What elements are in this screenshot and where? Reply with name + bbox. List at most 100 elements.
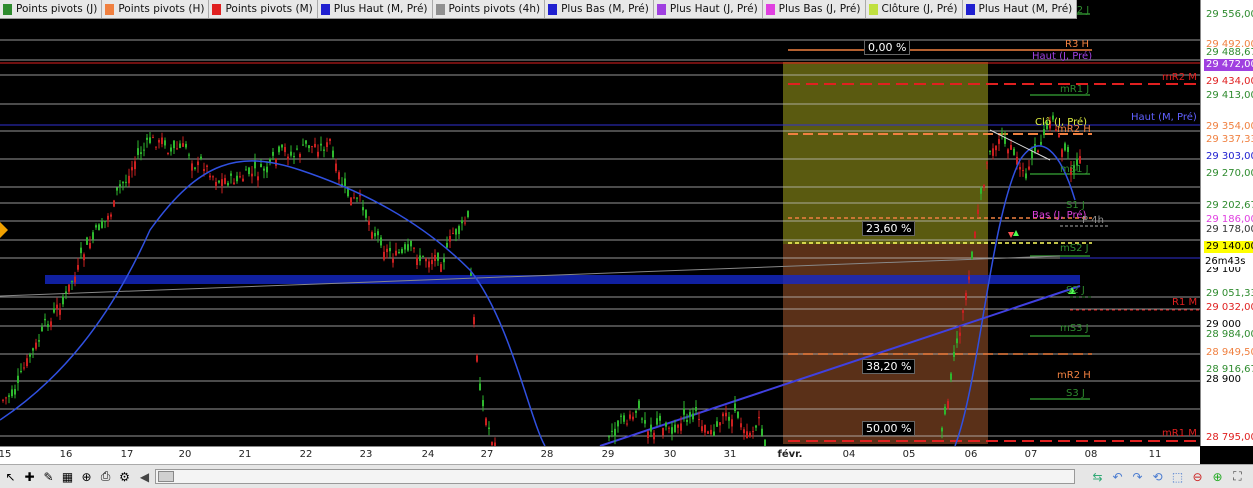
legend-swatch-icon (656, 3, 666, 15)
candle-body (464, 222, 466, 224)
zoom-in-icon[interactable]: ⊕ (1209, 468, 1226, 485)
candle-body (233, 182, 235, 185)
candle-body (365, 210, 367, 218)
scroll-left-icon[interactable]: ◀ (136, 468, 153, 485)
time-label: 27 (480, 449, 494, 460)
candle-body (1043, 129, 1045, 135)
print-icon[interactable]: ⎙ (97, 468, 114, 485)
candle-body (611, 430, 613, 432)
candle-body (995, 145, 997, 151)
candle-body (251, 173, 253, 177)
price-label: 28 900 (1204, 374, 1243, 386)
candle-body (110, 214, 112, 217)
grid-icon[interactable]: ▦ (59, 468, 76, 485)
legend-item[interactable]: Plus Bas (M, Pré) (545, 0, 654, 18)
candle-body (1034, 143, 1036, 152)
candle-body (980, 187, 982, 194)
legend-label: Plus Haut (J, Pré) (669, 3, 758, 15)
candle-body (149, 137, 151, 143)
price-label: 29 488,67 (1204, 47, 1253, 59)
price-label: 29 556,00 (1204, 9, 1253, 21)
fit-view-icon[interactable]: ⛶ (1229, 468, 1246, 485)
candle-body (353, 197, 355, 199)
candle-body (59, 309, 61, 315)
candle-body (332, 150, 334, 158)
candle-body (1013, 148, 1015, 155)
candle-body (140, 152, 142, 154)
alert-marker-icon (0, 222, 8, 238)
horizontal-scrollbar[interactable] (155, 469, 1075, 484)
candle-body (239, 176, 241, 178)
candle-body (323, 149, 325, 151)
reset-view-icon[interactable]: ⟲ (1149, 468, 1166, 485)
price-label: 29 303,00 (1204, 151, 1253, 163)
auto-scroll-icon[interactable]: ⇆ (1089, 468, 1106, 485)
candle-body (434, 255, 436, 261)
candle-body (71, 281, 73, 283)
candle-body (107, 215, 109, 220)
candle-body (722, 413, 724, 417)
zoom-out-icon[interactable]: ⊖ (1189, 468, 1206, 485)
zoom-icon[interactable]: ⊕ (78, 468, 95, 485)
level-label: S2 J (1066, 285, 1085, 296)
legend-label: Points pivots (H) (118, 3, 205, 15)
drawing-tool-icon[interactable]: ✎ (40, 468, 57, 485)
legend-label: Plus Bas (M, Pré) (561, 3, 649, 15)
redo-icon[interactable]: ↷ (1129, 468, 1146, 485)
candle-body (302, 144, 304, 146)
legend-item[interactable]: Points pivots (4h) (433, 0, 546, 18)
fibonacci-level-label: 38,20 % (862, 359, 916, 374)
price-chart[interactable] (0, 0, 1200, 446)
price-label: 28 795,00 (1204, 432, 1253, 444)
price-label: 29 051,33 (1204, 288, 1253, 300)
fibonacci-level-label: 23,60 % (862, 221, 916, 236)
candle-body (431, 260, 433, 265)
time-label: 06 (964, 449, 978, 460)
candle-body (686, 420, 688, 422)
candle-body (491, 442, 493, 446)
legend-item[interactable]: Plus Haut (M, Pré) (318, 0, 433, 18)
candle-body (32, 348, 34, 351)
candle-body (944, 406, 946, 415)
time-label: 11 (1148, 449, 1162, 460)
candle-body (62, 296, 64, 305)
candle-body (134, 161, 136, 170)
candle-body (227, 182, 229, 186)
cursor-icon[interactable]: ↖ (2, 468, 19, 485)
legend-item[interactable]: Points pivots (J) (0, 0, 103, 18)
candle-body (38, 340, 40, 342)
undo-icon[interactable]: ↶ (1109, 468, 1126, 485)
time-label: 22 (299, 449, 313, 460)
price-axis[interactable]: 29 556,00 29 492,00 29 488,67 29 472,00 29 4… (1200, 0, 1253, 446)
candle-body (641, 418, 643, 420)
legend-item[interactable]: Plus Haut (M, Pré) (963, 0, 1078, 18)
time-axis[interactable]: 15 16 17 20 21 22 23 24 27 28 29 30 31 févr. 04 05 06 07 0… (0, 446, 1200, 465)
legend-item[interactable]: Clôture (J, Pré) (866, 0, 963, 18)
candle-body (761, 428, 763, 436)
candle-body (986, 162, 988, 164)
settings-icon[interactable]: ⚙ (116, 468, 133, 485)
select-range-icon[interactable]: ⬚ (1169, 468, 1186, 485)
candle-body (350, 197, 352, 206)
scrollbar-thumb[interactable] (158, 471, 174, 482)
legend-label: Plus Bas (J, Pré) (778, 3, 861, 15)
candle-body (275, 158, 277, 166)
candle-body (662, 427, 664, 436)
legend-item[interactable]: Points pivots (M) (209, 0, 318, 18)
candle-body (485, 418, 487, 426)
sell-arrow-icon (1008, 232, 1014, 238)
candle-body (266, 166, 268, 173)
candle-body (317, 151, 319, 157)
candle-body (158, 140, 160, 143)
legend-item[interactable]: Plus Haut (J, Pré) (654, 0, 763, 18)
candle-body (407, 244, 409, 251)
candle-body (383, 251, 385, 260)
candle-body (659, 415, 661, 421)
level-label: S3 J (1066, 388, 1085, 399)
legend-item[interactable]: Points pivots (H) (102, 0, 210, 18)
legend-item[interactable]: Plus Bas (J, Pré) (763, 0, 866, 18)
candle-body (608, 436, 610, 438)
crosshair-icon[interactable]: ✚ (21, 468, 38, 485)
price-label: 29 434,00 (1204, 76, 1253, 88)
legend-swatch-icon (868, 3, 878, 15)
